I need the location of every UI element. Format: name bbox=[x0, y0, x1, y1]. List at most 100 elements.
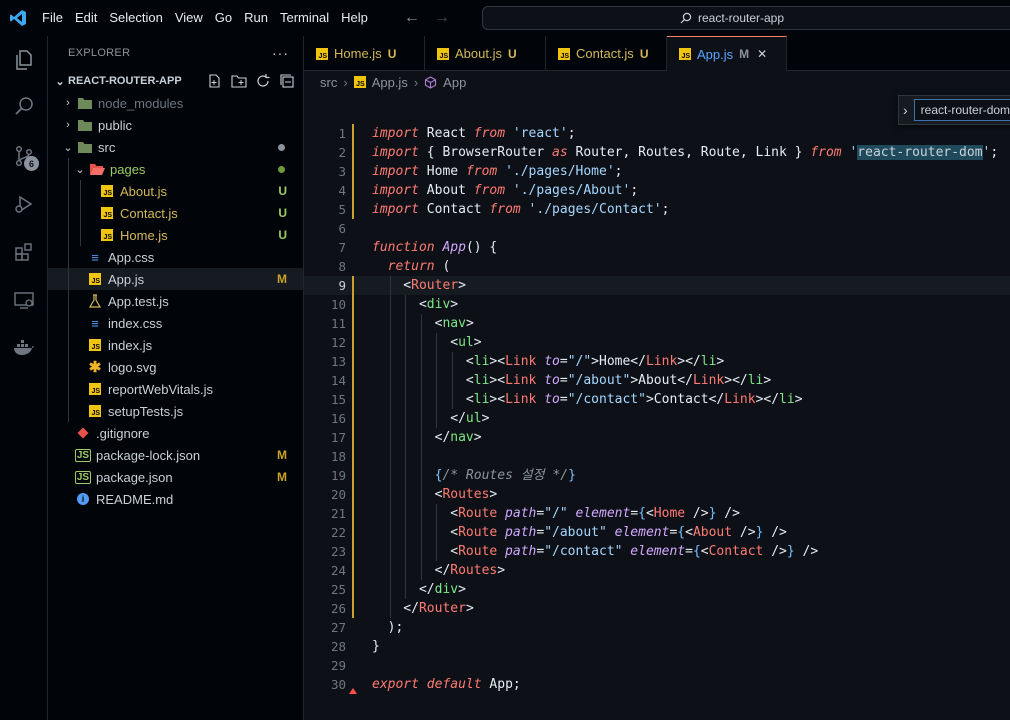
tree-item[interactable]: ≡ index.css bbox=[48, 312, 303, 334]
tab-app-js[interactable]: JS App.js M ✕ bbox=[667, 36, 787, 71]
menu-file[interactable]: File bbox=[36, 0, 69, 36]
menu-view[interactable]: View bbox=[169, 0, 209, 36]
run-debug-icon[interactable] bbox=[0, 180, 48, 228]
code-line[interactable]: 13 <li><Link to="/">Home</Link></li> bbox=[304, 352, 1010, 371]
code-content: <Route path="/about" element={<About />}… bbox=[372, 523, 787, 542]
tree-item[interactable]: .gitignore bbox=[48, 422, 303, 444]
tab-home-js[interactable]: JS Home.js U bbox=[304, 36, 425, 71]
code-line[interactable]: 20 <Routes> bbox=[304, 485, 1010, 504]
command-center-search[interactable]: react-router-app bbox=[482, 6, 1010, 30]
tree-item[interactable]: ⌄ pages bbox=[48, 158, 303, 180]
tree-item[interactable]: JS Contact.js U bbox=[48, 202, 303, 224]
code-line[interactable]: 7 function App() { bbox=[304, 238, 1010, 257]
refresh-icon[interactable] bbox=[255, 73, 271, 89]
tree-item[interactable]: JS index.js bbox=[48, 334, 303, 356]
explorer-icon[interactable] bbox=[0, 36, 48, 84]
code-token: path bbox=[497, 525, 537, 540]
menu-run[interactable]: Run bbox=[238, 0, 274, 36]
tree-item[interactable]: JS package-lock.json M bbox=[48, 444, 303, 466]
menu-edit[interactable]: Edit bbox=[69, 0, 103, 36]
find-input[interactable]: react-router-dom bbox=[913, 99, 1010, 121]
code-line[interactable]: 15 <li><Link to="/contact">Contact</Link… bbox=[304, 390, 1010, 409]
tree-item[interactable]: JS setupTests.js bbox=[48, 400, 303, 422]
code-line[interactable]: 27 ); bbox=[304, 618, 1010, 637]
code-line[interactable]: 25 </div> bbox=[304, 580, 1010, 599]
code-line[interactable]: 29 bbox=[304, 656, 1010, 675]
menu-selection[interactable]: Selection bbox=[103, 0, 168, 36]
search-icon[interactable] bbox=[0, 82, 48, 130]
breadcrumb-folder[interactable]: src bbox=[320, 75, 337, 90]
tree-item[interactable]: App.test.js bbox=[48, 290, 303, 312]
code-line[interactable]: 23 <Route path="/contact" element={<Cont… bbox=[304, 542, 1010, 561]
code-token: ; bbox=[567, 126, 576, 141]
code-token: Routes bbox=[442, 487, 490, 502]
breadcrumb-file[interactable]: App.js bbox=[372, 75, 408, 90]
menu-terminal[interactable]: Terminal bbox=[274, 0, 335, 36]
modified-indicator bbox=[352, 371, 354, 390]
project-root[interactable]: ⌄ REACT-ROUTER-APP bbox=[48, 70, 303, 92]
tree-item[interactable]: › public bbox=[48, 114, 303, 136]
new-folder-icon[interactable] bbox=[231, 73, 247, 89]
docker-icon[interactable] bbox=[0, 324, 48, 372]
code-token: } bbox=[786, 544, 795, 559]
forward-arrow-icon[interactable]: → bbox=[434, 9, 450, 27]
tree-item[interactable]: › node_modules bbox=[48, 92, 303, 114]
chevron-right-icon[interactable]: › bbox=[903, 102, 908, 118]
code-line[interactable]: 1 import React from 'react'; bbox=[304, 124, 1010, 143]
code-line[interactable]: 26 </Router> bbox=[304, 599, 1010, 618]
code-line[interactable]: 4 import About from './pages/About'; bbox=[304, 181, 1010, 200]
collapse-all-icon[interactable] bbox=[279, 73, 295, 89]
new-file-icon[interactable] bbox=[207, 73, 223, 89]
tree-item[interactable]: ⌄ src bbox=[48, 136, 303, 158]
folder-icon bbox=[76, 95, 94, 111]
code-line[interactable]: 22 <Route path="/about" element={<About … bbox=[304, 523, 1010, 542]
breadcrumb-symbol[interactable]: App bbox=[443, 75, 466, 90]
code-content: <Route path="/contact" element={<Contact… bbox=[372, 542, 818, 561]
tab-contact-js[interactable]: JS Contact.js U bbox=[546, 36, 667, 71]
menu-bar: File Edit Selection View Go Run Terminal… bbox=[36, 0, 374, 36]
tree-item[interactable]: i README.md bbox=[48, 488, 303, 510]
tab-about-js[interactable]: JS About.js U bbox=[425, 36, 546, 71]
code-content: import About from './pages/About'; bbox=[372, 181, 638, 200]
tree-item[interactable]: JS App.js M bbox=[48, 268, 303, 290]
code-line[interactable]: 8 return ( bbox=[304, 257, 1010, 276]
source-control-badge: 6 bbox=[24, 156, 39, 171]
code-line[interactable]: 30 export default App; bbox=[304, 675, 1010, 694]
code-line[interactable]: 19 {/* Routes 설정 */} bbox=[304, 466, 1010, 485]
code-line[interactable]: 5 import Contact from './pages/Contact'; bbox=[304, 200, 1010, 219]
back-arrow-icon[interactable]: ← bbox=[404, 9, 420, 27]
menu-help[interactable]: Help bbox=[335, 0, 374, 36]
code-token: react-router-dom bbox=[857, 145, 983, 160]
code-line[interactable]: 16 </ul> bbox=[304, 409, 1010, 428]
tree-item[interactable]: JS Home.js U bbox=[48, 224, 303, 246]
tree-item[interactable]: JS package.json M bbox=[48, 466, 303, 488]
code-line[interactable]: 17 </nav> bbox=[304, 428, 1010, 447]
code-line[interactable]: 6 bbox=[304, 219, 1010, 238]
code-token: > bbox=[489, 487, 498, 502]
remote-explorer-icon[interactable] bbox=[0, 276, 48, 324]
code-line[interactable]: 9 <Router> bbox=[304, 276, 1010, 295]
code-editor[interactable]: 1 import React from 'react'; 2 import { Bro… bbox=[304, 93, 1010, 720]
extensions-icon[interactable] bbox=[0, 228, 48, 276]
line-number: 13 bbox=[330, 354, 346, 369]
close-icon[interactable]: ✕ bbox=[757, 47, 767, 61]
code-line[interactable]: 12 <ul> bbox=[304, 333, 1010, 352]
code-token: as bbox=[552, 145, 568, 160]
tree-item[interactable]: ✱ logo.svg bbox=[48, 356, 303, 378]
code-line[interactable]: 28} bbox=[304, 637, 1010, 656]
code-token: } bbox=[568, 468, 576, 483]
menu-go[interactable]: Go bbox=[209, 0, 238, 36]
code-line[interactable]: 10 <div> bbox=[304, 295, 1010, 314]
source-control-icon[interactable] bbox=[0, 132, 48, 180]
more-actions-icon[interactable]: ··· bbox=[272, 45, 289, 61]
code-line[interactable]: 14 <li><Link to="/about">About</Link></l… bbox=[304, 371, 1010, 390]
tree-item[interactable]: JS reportWebVitals.js bbox=[48, 378, 303, 400]
code-line[interactable]: 2 import { BrowserRouter as Router, Route… bbox=[304, 143, 1010, 162]
tree-item[interactable]: JS About.js U bbox=[48, 180, 303, 202]
code-line[interactable]: 24 </Routes> bbox=[304, 561, 1010, 580]
code-line[interactable]: 3 import Home from './pages/Home'; bbox=[304, 162, 1010, 181]
code-line[interactable]: 21 <Route path="/" element={<Home />} /> bbox=[304, 504, 1010, 523]
tree-item[interactable]: ≡ App.css bbox=[48, 246, 303, 268]
code-line[interactable]: 18 bbox=[304, 447, 1010, 466]
code-line[interactable]: 11 <nav> bbox=[304, 314, 1010, 333]
